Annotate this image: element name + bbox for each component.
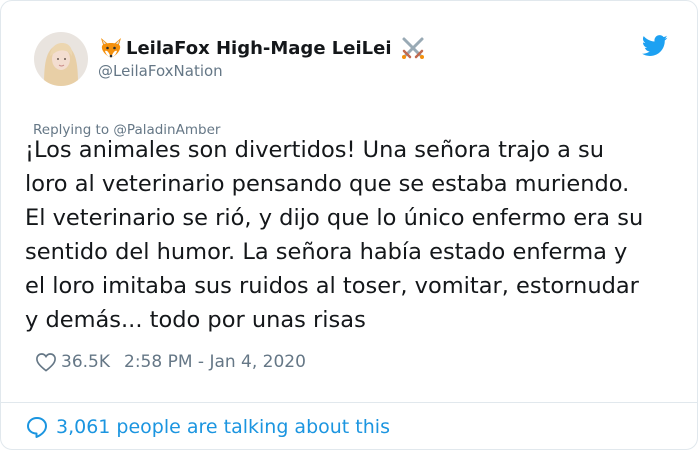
fox-face-icon xyxy=(101,38,121,58)
tweet-text-line: sentido del humor. La señora había estad… xyxy=(25,239,628,265)
tweet-text-line: El veterinario se rió, y dijo que lo úni… xyxy=(25,205,644,231)
conversation-link[interactable]: 3,061 people are talking about this xyxy=(25,415,390,439)
heart-icon[interactable] xyxy=(35,352,57,372)
tweet-timestamp[interactable]: 2:58 PM - Jan 4, 2020 xyxy=(124,352,306,372)
avatar[interactable] xyxy=(34,32,88,86)
tweet-text: ¡Los animales son divertidos! Una señora… xyxy=(25,133,685,337)
divider xyxy=(1,402,697,403)
author-name[interactable]: LeilaFox High-Mage LeiLei xyxy=(98,35,426,61)
tweet-text-line: el loro imitaba sus ruidos al toser, vom… xyxy=(25,273,639,299)
crossed-swords-icon xyxy=(401,37,424,59)
tweet-text-line: y demás... todo por unas risas xyxy=(25,307,366,333)
like-count[interactable]: 36.5K xyxy=(61,352,110,372)
tweet-text-line: ¡Los animales son divertidos! Una señora… xyxy=(25,137,605,163)
twitter-bird-icon[interactable] xyxy=(642,35,668,57)
author-handle[interactable]: @LeilaFoxNation xyxy=(98,62,223,80)
tweet-card: LeilaFox High-Mage LeiLei @LeilaFoxNatio… xyxy=(0,0,698,450)
conversation-text: 3,061 people are talking about this xyxy=(56,416,390,438)
speech-bubble-icon xyxy=(27,417,47,438)
display-name-text: LeilaFox High-Mage LeiLei xyxy=(126,37,392,59)
tweet-meta: 36.5K 2:58 PM - Jan 4, 2020 xyxy=(35,352,306,372)
avatar-image xyxy=(34,32,88,86)
tweet-text-line: loro al veterinario pensando que se esta… xyxy=(25,171,630,197)
